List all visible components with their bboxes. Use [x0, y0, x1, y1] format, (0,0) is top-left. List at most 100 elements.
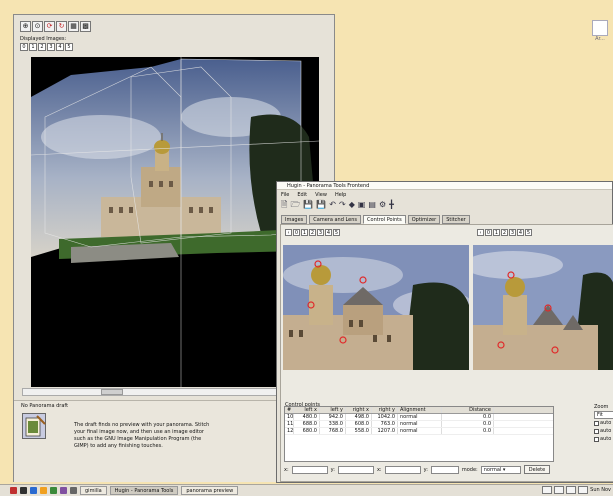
left-image-0[interactable]: 0	[293, 229, 300, 236]
col-left-y[interactable]: left y	[320, 407, 346, 413]
tab-images[interactable]: Images	[281, 215, 308, 224]
tab-stitcher[interactable]: Stitcher	[442, 215, 470, 224]
zoom-fit-icon[interactable]: ⊙	[32, 21, 43, 32]
table-row[interactable]: 11 688.0 338.0 608.0 763.0 normal 0.0	[285, 421, 553, 428]
align-icon[interactable]: ╋	[389, 200, 394, 210]
trash-icon[interactable]	[70, 487, 77, 494]
info-title: No Panorama draft	[21, 403, 69, 409]
cell: 10	[287, 414, 294, 420]
col-right-y[interactable]: right y	[372, 407, 398, 413]
task-gimilla[interactable]: gimilla	[80, 486, 107, 495]
left-y-field[interactable]	[337, 465, 374, 474]
tab-optimizer[interactable]: Optimizer	[407, 215, 441, 224]
right-image-4[interactable]: 4	[517, 229, 524, 236]
right-y-label: y:	[423, 466, 428, 473]
right-image-5[interactable]: 5	[525, 229, 532, 236]
task-panorama-preview[interactable]: panorama preview	[181, 486, 239, 495]
table-row[interactable]: 10 480.0 942.0 498.0 1042.0 normal 0.0	[285, 414, 553, 421]
left-image-view[interactable]	[283, 245, 469, 370]
left-x-field[interactable]	[291, 465, 328, 474]
zoom-select[interactable]: Fit	[594, 411, 613, 419]
right-y-field[interactable]	[430, 465, 459, 474]
image-toggle-5[interactable]: 5	[65, 43, 73, 51]
right-prev-icon[interactable]: ‹	[477, 229, 484, 236]
grid2-icon[interactable]: ▩	[80, 21, 91, 32]
mode-select[interactable]: normal ▾	[480, 465, 521, 474]
workspace-1[interactable]	[542, 486, 553, 494]
cell: 763.0	[372, 421, 398, 427]
left-image-4[interactable]: 4	[325, 229, 332, 236]
grid-icon[interactable]: ▦	[68, 21, 79, 32]
task-hugin[interactable]: Hugin - Panorama Tools	[109, 486, 179, 495]
right-image-view[interactable]	[473, 245, 613, 370]
left-prev-icon[interactable]: ‹	[285, 229, 292, 236]
refresh-icon[interactable]: ↻	[56, 21, 67, 32]
delete-button[interactable]: Delete	[523, 465, 551, 474]
right-image-0[interactable]: 0	[485, 229, 492, 236]
tab-control-points[interactable]: Control Points	[363, 215, 406, 224]
browser-icon[interactable]	[30, 487, 37, 494]
col-alignment[interactable]: Alignment	[398, 407, 442, 413]
new-icon[interactable]: 🗎	[281, 200, 287, 210]
col-distance[interactable]: Distance	[442, 407, 494, 413]
workspace-2[interactable]	[554, 486, 565, 494]
right-image-1[interactable]: 1	[493, 229, 500, 236]
terminal-icon[interactable]	[20, 487, 27, 494]
auto-option-3[interactable]: auto	[594, 435, 613, 443]
image-toggle-0[interactable]: 0	[20, 43, 28, 51]
cell: 0.0	[442, 421, 494, 427]
image-toggle-4[interactable]: 4	[56, 43, 64, 51]
tab-camera-and-lens[interactable]: Camera and Lens	[309, 215, 362, 224]
table-row[interactable]: 12 680.0 768.0 558.0 1207.0 normal 0.0	[285, 428, 553, 435]
col-left-x[interactable]: left x	[294, 407, 320, 413]
workspace-3[interactable]	[566, 486, 577, 494]
left-image-2[interactable]: 2	[309, 229, 316, 236]
redo-icon[interactable]: ↷	[339, 200, 346, 210]
left-image-1[interactable]: 1	[301, 229, 308, 236]
menu-view[interactable]: View	[315, 191, 327, 199]
left-image-3[interactable]: 3	[317, 229, 324, 236]
desktop-file-icon[interactable]: Ar...	[589, 20, 611, 50]
cell: 11	[287, 421, 294, 427]
menu-edit[interactable]: Edit	[297, 191, 307, 199]
stitch-icon[interactable]: ▤	[368, 200, 376, 210]
checkbox[interactable]	[594, 420, 599, 426]
col-number[interactable]: #	[285, 407, 294, 413]
settings-icon[interactable]	[60, 487, 67, 494]
zoom-in-icon[interactable]: ⊕	[20, 21, 31, 32]
undo-icon[interactable]: ↶	[329, 200, 336, 210]
menu-file[interactable]: File	[281, 191, 289, 199]
menu-help[interactable]: Help	[335, 191, 346, 199]
optimize-icon[interactable]: ◆	[349, 200, 355, 210]
settings-icon[interactable]: ⚙	[379, 200, 386, 210]
checkbox[interactable]	[594, 428, 599, 434]
app-launcher-icon[interactable]	[10, 487, 17, 494]
left-y-label: y:	[330, 466, 335, 473]
open-icon[interactable]: 🗁	[290, 200, 300, 210]
auto-option-2[interactable]: auto	[594, 427, 613, 435]
right-x-field[interactable]	[384, 465, 421, 474]
save-as-icon[interactable]: 💾	[316, 200, 326, 210]
checkbox[interactable]	[594, 436, 599, 442]
auto-option-1[interactable]: auto	[594, 419, 613, 427]
hugin-window: Hugin - Panorama Tools Frontend File Edi…	[276, 181, 613, 483]
right-image-2[interactable]: 2	[501, 229, 508, 236]
scrollbar-thumb[interactable]	[101, 389, 123, 395]
redraw-icon[interactable]: ⟳	[44, 21, 55, 32]
gimp-icon[interactable]	[40, 487, 47, 494]
files-icon[interactable]	[50, 487, 57, 494]
control-points-table[interactable]: # left x left y right x right y Alignmen…	[284, 406, 554, 462]
right-image-3[interactable]: 3	[509, 229, 516, 236]
image-toggle-3[interactable]: 3	[47, 43, 55, 51]
workspace-4[interactable]	[578, 486, 589, 494]
image-toggle-1[interactable]: 1	[29, 43, 37, 51]
save-icon[interactable]: 💾	[303, 200, 313, 210]
cell: 768.0	[320, 428, 346, 434]
image-toggle-2[interactable]: 2	[38, 43, 46, 51]
cell: 498.0	[346, 414, 372, 420]
preview-icon[interactable]: ▣	[358, 200, 366, 210]
left-image-5[interactable]: 5	[333, 229, 340, 236]
col-right-x[interactable]: right x	[346, 407, 372, 413]
cell: normal	[398, 421, 442, 427]
cell: 480.0	[294, 414, 320, 420]
